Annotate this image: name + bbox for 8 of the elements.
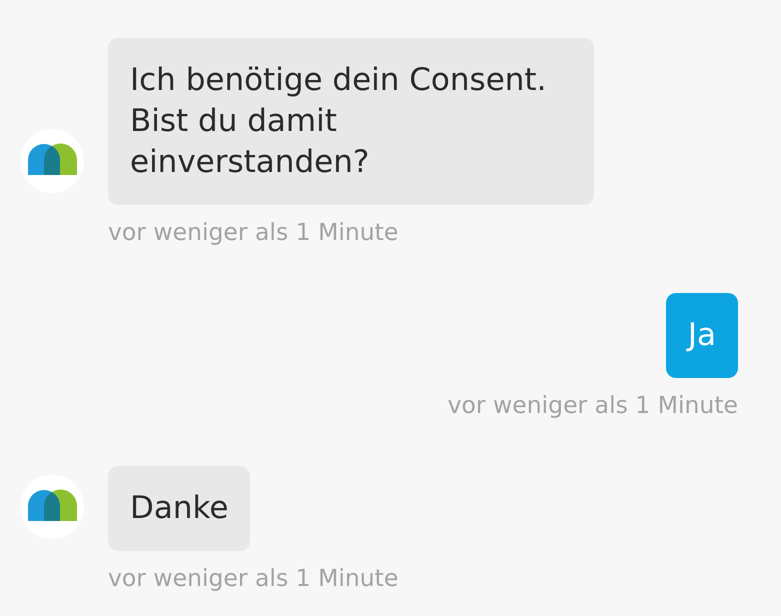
message-timestamp: vor weniger als 1 Minute	[108, 218, 398, 246]
chat-message: Danke	[108, 466, 250, 551]
message-timestamp: vor weniger als 1 Minute	[108, 564, 398, 592]
chat-message: Ja	[666, 293, 738, 378]
message-timestamp: vor weniger als 1 Minute	[448, 391, 738, 419]
avatar-icon	[20, 129, 84, 193]
avatar-icon	[20, 475, 84, 539]
chat-message: Ich benötige dein Consent. Bist du damit einverstanden?	[108, 38, 594, 205]
